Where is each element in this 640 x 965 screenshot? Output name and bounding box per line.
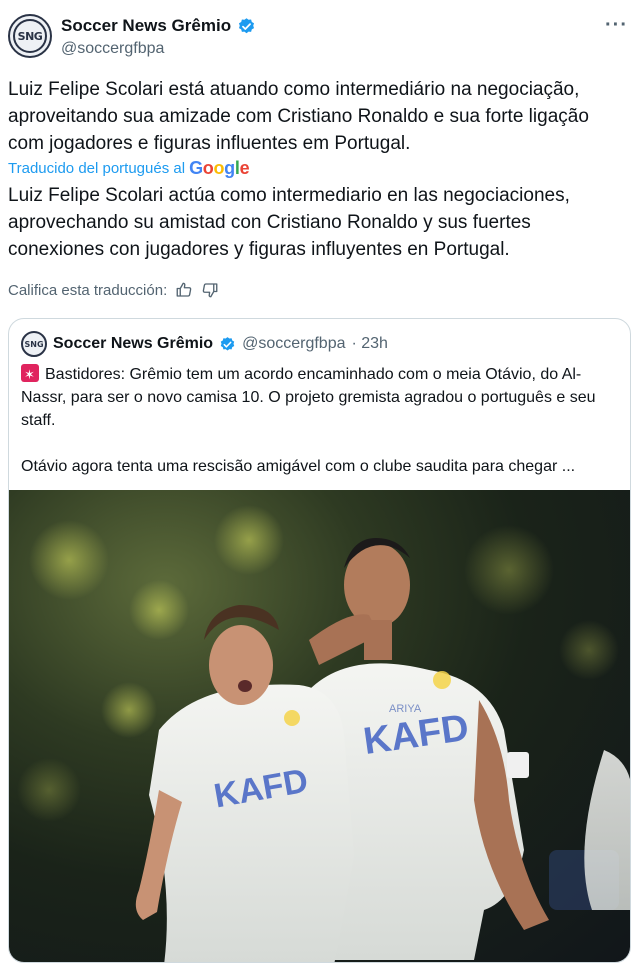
google-logo: Google — [189, 158, 250, 178]
tweet-original-text: Luiz Felipe Scolari está atuando como in… — [8, 79, 589, 154]
quoted-author-avatar: SNG — [21, 331, 47, 357]
quoted-text-line2: Otávio agora tenta uma rescisão amigável… — [21, 458, 576, 475]
author-name[interactable]: Soccer News Grêmio — [61, 16, 231, 36]
author-avatar[interactable]: SNG — [8, 14, 52, 58]
quoted-tweet-photo[interactable]: KAFD ARIYA KAFD — [9, 490, 630, 962]
quoted-tweet-text: Bastidores: Grêmio tem um acordo encamin… — [21, 363, 621, 478]
author-name-row[interactable]: Soccer News Grêmio — [61, 16, 256, 36]
quoted-author-name: Soccer News Grêmio — [53, 335, 214, 352]
translation-notice-label: Traducido del portugués al — [8, 160, 186, 177]
players-photo-illustration: KAFD ARIYA KAFD — [17, 505, 630, 962]
quoted-text-line1: Bastidores: Grêmio tem um acordo encamin… — [21, 366, 596, 429]
jersey-sponsor: ARIYA — [389, 703, 422, 715]
translation-notice[interactable]: Traducido del portugués al Google — [8, 158, 250, 179]
thumbs-down-icon[interactable] — [201, 281, 219, 299]
quoted-tweet-time: · 23h — [351, 335, 388, 352]
rotating-light-icon — [21, 363, 39, 386]
quoted-author-handle: @soccergfbpa — [242, 335, 346, 352]
thumbs-up-icon[interactable] — [175, 281, 193, 299]
author-handle[interactable]: @soccergfbpa — [61, 40, 164, 58]
more-options-icon[interactable]: ··· — [605, 14, 628, 37]
rate-translation-label: Califica esta traducción: — [8, 281, 168, 299]
verified-badge-icon — [239, 17, 255, 33]
author-avatar-logo: SNG — [13, 19, 47, 53]
rate-translation-row: Califica esta traducción: — [8, 281, 219, 299]
quoted-tweet-card[interactable]: SNG Soccer News Grêmio @soccergfbpa · 23… — [8, 318, 631, 963]
verified-badge-icon — [220, 336, 235, 351]
tweet-translated-text: Luiz Felipe Scolari actúa como intermedi… — [8, 185, 570, 260]
quoted-tweet-header: SNG Soccer News Grêmio @soccergfbpa · 23… — [21, 331, 388, 357]
